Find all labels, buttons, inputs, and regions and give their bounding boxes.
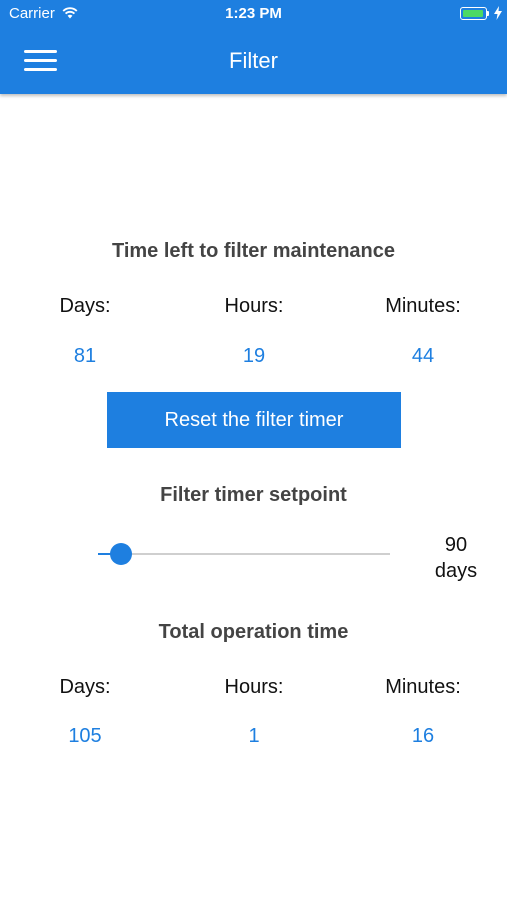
setpoint-unit: days [434, 560, 478, 582]
setpoint-title: Filter timer setpoint [160, 484, 347, 506]
operation-hours-value: 1 [248, 725, 260, 747]
maintenance-hours-label: Hours: [224, 295, 284, 317]
setpoint-readout: 90 days [416, 532, 496, 584]
slider-track [98, 553, 390, 555]
maintenance-minutes-value: 44 [411, 345, 435, 367]
status-time: 1:23 PM [225, 5, 282, 22]
operation-days-value: 105 [68, 725, 102, 747]
charging-bolt-icon [494, 6, 502, 20]
maintenance-title: Time left to filter maintenance [111, 240, 396, 262]
maintenance-days-value: 81 [73, 345, 97, 367]
slider-thumb[interactable] [110, 543, 132, 565]
setpoint-value: 90 [444, 534, 468, 556]
operation-hours-label: Hours: [224, 676, 284, 698]
operation-minutes-value: 16 [411, 725, 435, 747]
reset-filter-timer-button[interactable]: Reset the filter timer [107, 392, 401, 448]
app-bar: Carrier 1:23 PM Filter [0, 0, 507, 94]
maintenance-days-label: Days: [59, 295, 111, 317]
setpoint-slider[interactable] [98, 540, 390, 568]
page-title: Filter [229, 48, 278, 73]
operation-minutes-label: Minutes: [385, 676, 461, 698]
status-bar: Carrier 1:23 PM [0, 0, 507, 28]
maintenance-minutes-label: Minutes: [385, 295, 461, 317]
battery-tip [487, 11, 489, 16]
maintenance-hours-value: 19 [242, 345, 266, 367]
operation-days-label: Days: [59, 676, 111, 698]
operation-title: Total operation time [158, 621, 349, 643]
battery-icon [460, 7, 487, 20]
